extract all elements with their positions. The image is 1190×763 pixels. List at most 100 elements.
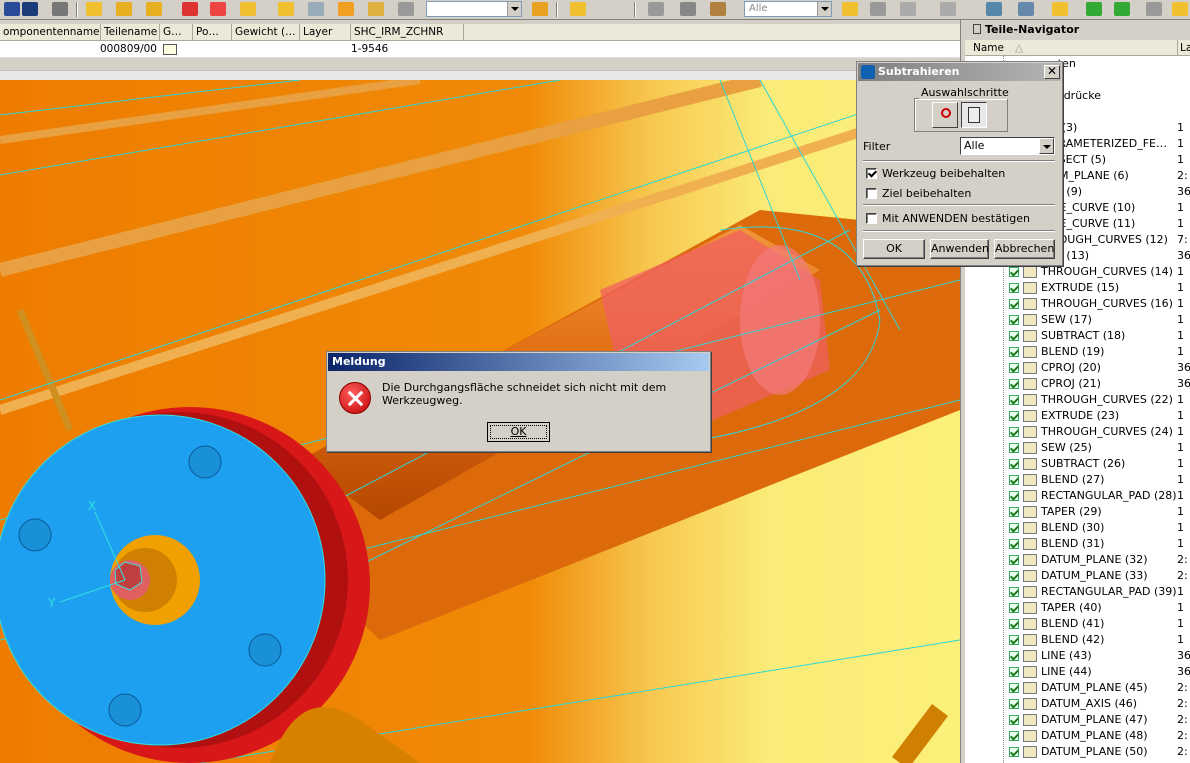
tree-item[interactable]: BLEND (31) 1 — [965, 536, 1190, 552]
visibility-checkbox[interactable] — [1009, 443, 1019, 453]
tree-item[interactable]: BLEND (42) 1 — [965, 632, 1190, 648]
col-component-name[interactable]: omponentenname — [0, 24, 101, 40]
subtract-icon[interactable] — [278, 2, 294, 16]
cone-icon[interactable] — [146, 2, 162, 16]
unite-icon[interactable] — [240, 2, 256, 16]
tool-icon[interactable] — [398, 2, 414, 16]
visibility-checkbox[interactable] — [1009, 555, 1019, 565]
visibility-checkbox[interactable] — [1009, 267, 1019, 277]
block-icon[interactable] — [86, 2, 102, 16]
target-body-icon[interactable] — [932, 102, 958, 128]
visibility-checkbox[interactable] — [1009, 411, 1019, 421]
view-icon[interactable] — [680, 2, 696, 16]
trim-icon[interactable] — [210, 2, 226, 16]
tree-item[interactable]: SUBTRACT (18) 1 — [965, 328, 1190, 344]
tree-item[interactable]: EXTRUDE (23) 1 — [965, 408, 1190, 424]
visibility-checkbox[interactable] — [1009, 523, 1019, 533]
snap-icon[interactable] — [532, 2, 548, 16]
tree-item[interactable]: THROUGH_CURVES (14) 1 — [965, 264, 1190, 280]
tree-item[interactable]: DATUM_PLANE (45) 2: — [965, 680, 1190, 696]
keep-target-checkbox[interactable] — [866, 188, 877, 199]
visibility-checkbox[interactable] — [1009, 603, 1019, 613]
subtract-ok-button[interactable]: OK — [863, 239, 925, 259]
filter-icon[interactable] — [940, 2, 956, 16]
visibility-checkbox[interactable] — [1009, 427, 1019, 437]
confirm-apply-checkbox[interactable] — [866, 213, 877, 224]
print-icon[interactable] — [52, 2, 68, 16]
visibility-checkbox[interactable] — [1009, 715, 1019, 725]
table-row[interactable]: 000809/00 1-9546 — [0, 41, 960, 58]
visibility-checkbox[interactable] — [1009, 507, 1019, 517]
message-ok-button[interactable]: OK — [487, 422, 550, 442]
toolbar-combo-filter[interactable]: Alle — [744, 1, 832, 17]
tree-item[interactable]: THROUGH_CURVES (22) 1 — [965, 392, 1190, 408]
save-icon[interactable] — [4, 2, 20, 16]
tree-item[interactable]: BLEND (30) 1 — [965, 520, 1190, 536]
sew-icon[interactable] — [338, 2, 354, 16]
tree-item[interactable]: DATUM_PLANE (33) 2: — [965, 568, 1190, 584]
select-icon[interactable] — [842, 2, 858, 16]
visibility-checkbox[interactable] — [1009, 395, 1019, 405]
filter-select[interactable]: Alle — [960, 137, 1055, 155]
col-drawing-no[interactable]: SHC_IRM_ZCHNR — [351, 24, 464, 40]
visibility-checkbox[interactable] — [1009, 331, 1019, 341]
col-name[interactable]: Name — [973, 40, 1004, 56]
subtract-close-button[interactable]: ✕ — [1044, 65, 1060, 79]
visibility-checkbox[interactable] — [1009, 491, 1019, 501]
tree-item[interactable]: BLEND (27) 1 — [965, 472, 1190, 488]
tree-item[interactable]: SEW (17) 1 — [965, 312, 1190, 328]
check2-icon[interactable] — [1114, 2, 1130, 16]
tree-item[interactable]: TAPER (40) 1 — [965, 600, 1190, 616]
subtract-cancel-button[interactable]: Abbrechen — [994, 239, 1055, 259]
visibility-checkbox[interactable] — [1009, 299, 1019, 309]
tree-item[interactable]: BLEND (41) 1 — [965, 616, 1190, 632]
assembly-icon[interactable] — [986, 2, 1002, 16]
blend-icon[interactable] — [368, 2, 384, 16]
save-as-icon[interactable] — [22, 2, 38, 16]
col-part-name[interactable]: Teilename — [101, 24, 160, 40]
tree-item[interactable]: THROUGH_CURVES (16) 1 — [965, 296, 1190, 312]
tree-item[interactable]: SUBTRACT (26) 1 — [965, 456, 1190, 472]
glasses-icon[interactable] — [900, 2, 916, 16]
visibility-checkbox[interactable] — [1009, 539, 1019, 549]
table-scrollbar[interactable] — [0, 70, 960, 80]
tree-item[interactable]: EXTRUDE (15) 1 — [965, 280, 1190, 296]
visibility-checkbox[interactable] — [1009, 475, 1019, 485]
tree-item[interactable]: RECTANGULAR_PAD (28) 1 — [965, 488, 1190, 504]
tree-item[interactable]: CPROJ (20) 36 — [965, 360, 1190, 376]
crosshair-icon[interactable] — [648, 2, 664, 16]
tree-item[interactable]: DATUM_PLANE (32) 2: — [965, 552, 1190, 568]
col-g[interactable]: G… — [160, 24, 193, 40]
visibility-checkbox[interactable] — [1009, 315, 1019, 325]
pin-icon[interactable] — [973, 24, 981, 34]
visibility-checkbox[interactable] — [1009, 571, 1019, 581]
shade-icon[interactable] — [710, 2, 726, 16]
tree-item[interactable]: LINE (43) 36 — [965, 648, 1190, 664]
col-layer[interactable]: Layer — [300, 24, 351, 40]
visibility-checkbox[interactable] — [1009, 283, 1019, 293]
col-pos[interactable]: Po… — [193, 24, 232, 40]
visibility-checkbox[interactable] — [1009, 699, 1019, 709]
tree-item[interactable]: BLEND (19) 1 — [965, 344, 1190, 360]
visibility-checkbox[interactable] — [1009, 619, 1019, 629]
visibility-checkbox[interactable] — [1009, 379, 1019, 389]
tree-item[interactable]: CPROJ (21) 36 — [965, 376, 1190, 392]
tree-item[interactable]: DATUM_PLANE (47) 2: — [965, 712, 1190, 728]
visibility-checkbox[interactable] — [1009, 459, 1019, 469]
visibility-checkbox[interactable] — [1009, 347, 1019, 357]
visibility-checkbox[interactable] — [1009, 731, 1019, 741]
tree-item[interactable]: DATUM_PLANE (50) 2: — [965, 744, 1190, 760]
col-layer-nav[interactable]: La — [1177, 40, 1190, 56]
toolbar-combo-left[interactable] — [426, 1, 522, 17]
cube-icon[interactable] — [1146, 2, 1162, 16]
tree-item[interactable]: THROUGH_CURVES (24) 1 — [965, 424, 1190, 440]
cylinder-icon[interactable] — [116, 2, 132, 16]
visibility-checkbox[interactable] — [1009, 651, 1019, 661]
visibility-checkbox[interactable] — [1009, 363, 1019, 373]
visibility-checkbox[interactable] — [1009, 587, 1019, 597]
visibility-checkbox[interactable] — [1009, 683, 1019, 693]
layer-icon[interactable] — [570, 2, 586, 16]
tree-icon[interactable] — [1018, 2, 1034, 16]
more-icon[interactable] — [1172, 2, 1188, 16]
tree-item[interactable]: SEW (25) 1 — [965, 440, 1190, 456]
